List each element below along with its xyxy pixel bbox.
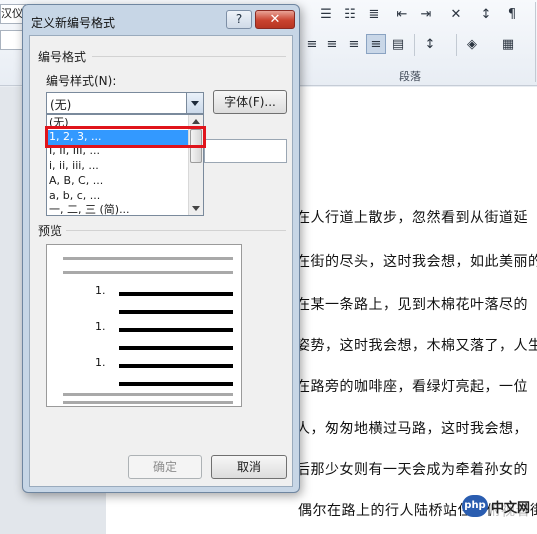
document-line: 人，匆匆地横过马路，这时我会想， xyxy=(296,421,528,437)
font-button[interactable]: 字体(F)... xyxy=(213,90,287,114)
multilevel-list-icon[interactable]: ≣ xyxy=(364,4,384,24)
preview-black-line xyxy=(119,346,233,350)
help-button[interactable]: ? xyxy=(226,10,252,29)
cancel-button[interactable]: 取消 xyxy=(211,455,287,479)
line-spacing-icon[interactable]: ↕ xyxy=(420,34,440,54)
watermark-text: 中文网 xyxy=(491,496,531,516)
preview-section-label: 预览 xyxy=(38,224,63,238)
php-logo-icon: php xyxy=(462,495,488,517)
list-item[interactable]: i, ii, iii, ... xyxy=(47,159,189,174)
preview-number: 1. xyxy=(95,284,106,297)
preview-number: 1. xyxy=(95,356,106,369)
list-item[interactable]: A, B, C, ... xyxy=(47,174,189,189)
distributed-icon[interactable]: ▤ xyxy=(388,34,408,54)
scroll-down-icon[interactable] xyxy=(192,206,200,211)
ok-button[interactable]: 确定 xyxy=(128,455,202,479)
shading-icon[interactable]: ◈ xyxy=(462,34,482,54)
numbering-icon[interactable]: ☷ xyxy=(340,4,360,24)
borders-icon[interactable]: ▦ xyxy=(498,34,518,54)
ribbon-separator xyxy=(535,2,536,82)
number-format-field[interactable] xyxy=(204,139,287,163)
justify-icon[interactable]: ≡ xyxy=(366,34,386,54)
document-line: 在街的尽头，这时我会想，如此美丽的 xyxy=(296,254,537,270)
preview-black-line xyxy=(119,382,233,386)
number-style-label: 编号样式(N): xyxy=(46,74,117,88)
chevron-down-icon xyxy=(191,100,199,106)
section-divider xyxy=(66,230,286,231)
dialog-client-area: 编号格式 编号样式(N): (无) 字体(F)... (无) 1, 2, 3, … xyxy=(29,35,293,487)
ribbon-separator xyxy=(456,34,457,56)
decrease-indent-icon[interactable]: ⇤ xyxy=(392,4,412,24)
chinese-layout-icon[interactable]: ✕ xyxy=(446,4,466,24)
list-item[interactable]: a, b, c, ... xyxy=(47,189,189,204)
scroll-up-icon[interactable] xyxy=(192,119,200,124)
number-style-value: (无) xyxy=(50,98,72,112)
show-marks-icon[interactable]: ¶ xyxy=(502,4,522,24)
preview-black-line xyxy=(119,310,233,314)
watermark: php 中文网 xyxy=(462,492,536,520)
preview-black-line xyxy=(119,328,233,332)
align-left-icon[interactable]: ≡ xyxy=(302,34,322,54)
define-number-format-dialog: 定义新编号格式 ? ✕ 编号格式 编号样式(N): (无) 字体(F)... (… xyxy=(22,4,300,493)
document-line: 姿势，这时我会想，木棉又落了，人生 xyxy=(296,338,537,354)
annotation-highlight-box xyxy=(45,126,206,148)
preview-gray-line xyxy=(63,401,233,404)
preview-black-line xyxy=(119,364,233,368)
document-line: 在人行道上散步，忽然看到从街道延 xyxy=(296,210,528,226)
list-item[interactable]: 一, 二, 三 (简)... xyxy=(47,203,189,215)
align-right-icon[interactable]: ≡ xyxy=(344,34,364,54)
preview-gray-line xyxy=(63,393,233,396)
number-style-combobox[interactable]: (无) xyxy=(46,92,204,114)
close-button[interactable]: ✕ xyxy=(255,10,295,29)
preview-gray-line xyxy=(63,257,233,260)
document-line: 在路旁的咖啡座，看绿灯亮起，一位 xyxy=(296,379,528,395)
number-format-preview: 1. 1. 1. xyxy=(46,244,242,407)
preview-number: 1. xyxy=(95,320,106,333)
sort-icon[interactable]: ↕ xyxy=(476,4,496,24)
preview-gray-line xyxy=(63,271,233,274)
increase-indent-icon[interactable]: ⇥ xyxy=(416,4,436,24)
dialog-title: 定义新编号格式 xyxy=(31,16,116,30)
document-line: 在某一条路上，见到木棉花叶落尽的 xyxy=(296,297,528,313)
number-format-section-label: 编号格式 xyxy=(38,50,87,64)
align-center-icon[interactable]: ≡ xyxy=(322,34,342,54)
dialog-title-bar[interactable]: 定义新编号格式 ? ✕ xyxy=(23,5,299,35)
dropdown-arrow[interactable] xyxy=(186,93,203,113)
preview-black-line xyxy=(119,292,233,296)
paragraph-group-label: 段落 xyxy=(399,70,421,83)
bullets-icon[interactable]: ☰ xyxy=(316,4,336,24)
document-line: 后那少女则有一天会成为牵着孙女的 xyxy=(296,462,528,478)
section-divider xyxy=(92,56,286,57)
ribbon-separator xyxy=(414,34,415,56)
